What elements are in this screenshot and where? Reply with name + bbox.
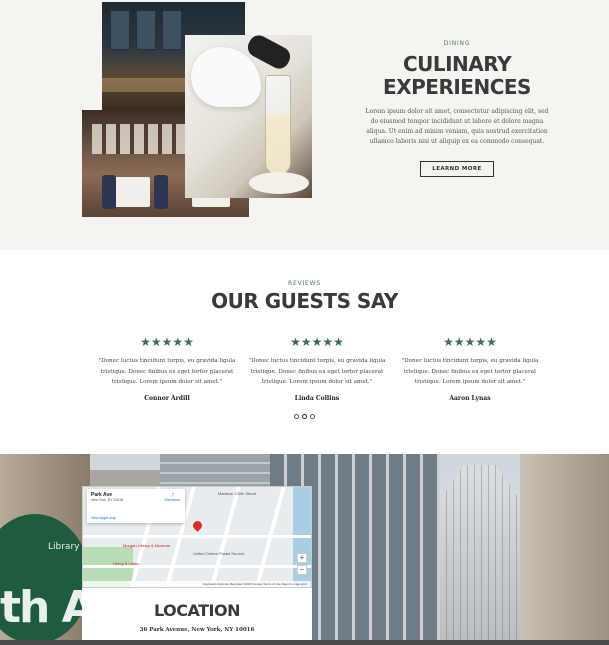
location-section: Library th A Park Ave New York, NY 10016… — [0, 454, 609, 640]
chair-decor — [154, 175, 168, 209]
building-stripe-decor — [440, 465, 520, 640]
review-card: ★★★★★ "Donec luctus tincidunt turpis, eu… — [395, 335, 545, 402]
star-rating-icon: ★★★★★ — [290, 335, 344, 349]
location-title: LOCATION — [154, 601, 240, 620]
chrysler-building-decor — [440, 465, 520, 640]
reviews-section: REVIEWS OUR GUESTS SAY ★★★★★ "Donec luct… — [0, 250, 609, 454]
zoom-in-button[interactable]: + — [297, 553, 307, 563]
review-quote: "Donec luctus tincidunt turpis, eu gravi… — [401, 358, 539, 385]
table-decor — [112, 177, 150, 207]
footer-bar — [0, 640, 609, 645]
carousel-dot-1[interactable] — [294, 414, 299, 419]
reviews-eyebrow: REVIEWS — [288, 280, 321, 287]
location-address: 36 Park Avenue, New York, NY 10016 — [139, 627, 255, 633]
dining-eyebrow: DINING — [443, 40, 471, 47]
glass-base-decor — [249, 172, 309, 194]
review-card: ★★★★★ "Donec luctus tincidunt turpis, eu… — [242, 335, 392, 402]
directions-icon: ⤴ — [170, 493, 174, 497]
location-card: LOCATION 36 Park Avenue, New York, NY 10… — [82, 588, 312, 640]
map-label-museum: Morgan Library & Museum — [123, 543, 171, 548]
star-rating-icon: ★★★★★ — [443, 335, 497, 349]
dining-section: DINING CULINARY EXPERIENCES Lorem ipsum … — [0, 0, 609, 250]
directions-link[interactable]: ⤴ Directions — [164, 493, 180, 502]
library-sign-label: Library — [48, 542, 80, 552]
waiter-hand-decor — [191, 47, 261, 107]
glass-decor — [265, 75, 291, 175]
dining-paragraph: Lorem ipsum dolor sit amet, consectetur … — [365, 108, 549, 145]
review-quote: "Donec luctus tincidunt turpis, eu gravi… — [98, 358, 236, 385]
map-footer: Keyboard shortcuts Map data ©2023 Google… — [83, 581, 311, 587]
review-quote: "Donec luctus tincidunt turpis, eu gravi… — [248, 358, 386, 385]
reviews-title: OUR GUESTS SAY — [211, 289, 398, 313]
building-decor — [520, 454, 609, 640]
review-author: Connor Ardill — [144, 394, 190, 402]
map-place-card: Park Ave New York, NY 10016 ⤴ Directions … — [87, 489, 185, 523]
review-author: Aaron Lynas — [449, 394, 491, 402]
dining-title: CULINARY EXPERIENCES — [362, 53, 552, 99]
carousel-dot-3[interactable] — [310, 414, 315, 419]
review-author: Linda Collins — [294, 394, 340, 402]
star-rating-icon: ★★★★★ — [140, 335, 194, 349]
champagne-pour-photo — [185, 35, 312, 198]
review-card: ★★★★★ "Donec luctus tincidunt turpis, eu… — [92, 335, 242, 402]
map-label-postal: United Orders Postal Service — [193, 551, 245, 556]
learn-more-button[interactable]: LEARND MORE — [420, 161, 494, 177]
window-decor — [162, 10, 182, 50]
map-road-decor — [83, 535, 311, 538]
map-label-pharmacy: Henry & Lantic — [113, 561, 140, 566]
map-label-station: Madison 125th Street — [218, 491, 257, 496]
view-larger-map-link[interactable]: View larger map — [91, 516, 116, 520]
carousel-pagination — [0, 414, 609, 419]
dining-title-line2: EXPERIENCES — [383, 75, 531, 99]
zoom-out-button[interactable]: − — [297, 565, 307, 575]
carousel-dot-2[interactable] — [302, 414, 307, 419]
chair-decor — [102, 175, 116, 209]
window-decor — [110, 10, 130, 50]
map-pin-icon[interactable] — [191, 519, 204, 532]
window-decor — [136, 10, 156, 50]
street-sign-text: th A — [0, 582, 96, 633]
dining-content: DINING CULINARY EXPERIENCES Lorem ipsum … — [362, 40, 552, 177]
embedded-map[interactable]: Park Ave New York, NY 10016 ⤴ Directions … — [82, 486, 312, 588]
dining-title-line1: CULINARY — [402, 52, 512, 76]
directions-label: Directions — [164, 498, 180, 502]
